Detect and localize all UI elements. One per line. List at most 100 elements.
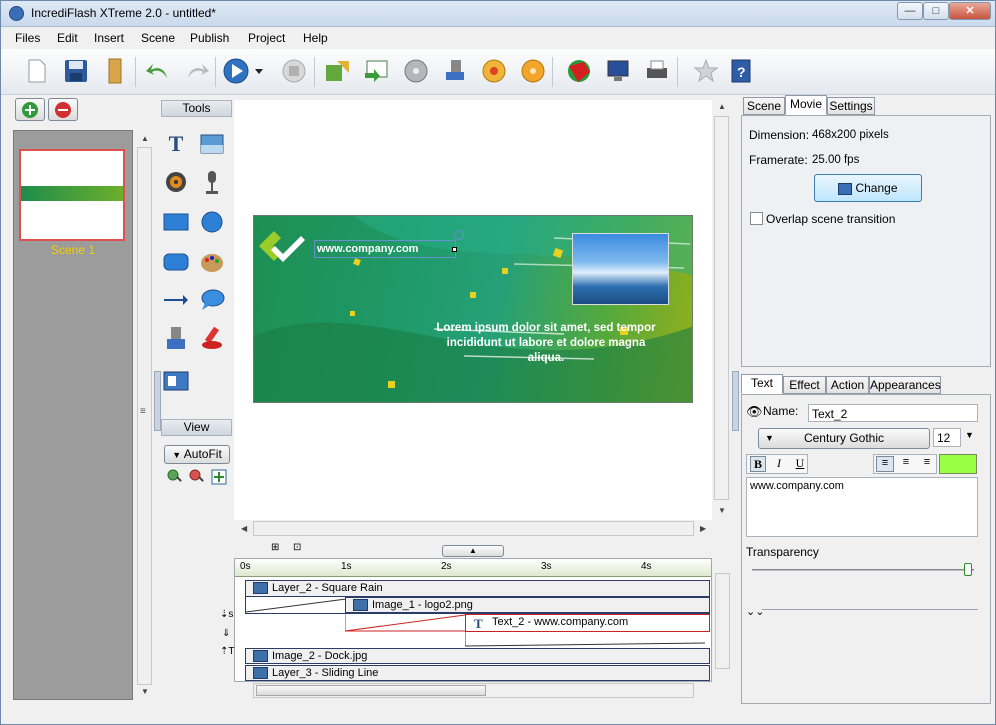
favorite-icon[interactable] [691,56,721,86]
help-icon[interactable]: ? [727,56,757,86]
paint-palette-tool-icon[interactable] [199,249,225,275]
banner-preview[interactable]: www.company.com Lorem ipsum dolor sit am… [253,215,693,403]
timeline-row-image2[interactable]: Image_2 - Dock.jpg [245,648,710,664]
disc-icon[interactable] [479,56,509,86]
scene-label[interactable]: Scene 1 [14,243,132,257]
menu-publish[interactable]: Publish [190,31,229,45]
line-tool-icon[interactable] [163,287,189,313]
add-scene-button[interactable] [15,98,45,121]
canvas-scroll-left-icon[interactable]: ◀ [241,524,247,533]
italic-button[interactable]: I [771,456,787,472]
underline-button[interactable]: U [792,456,808,472]
speech-bubble-tool-icon[interactable] [199,287,225,313]
expand-chevron-icon[interactable]: ⌄⌄ [746,605,764,618]
change-button[interactable]: Change [814,174,922,202]
canvas-scroll-right-icon[interactable]: ▶ [700,524,706,533]
name-field[interactable]: Text_2 [808,404,978,422]
menu-scene[interactable]: Scene [141,31,175,45]
keyframe-icon[interactable]: ⊡ [293,542,301,553]
move-down-icon[interactable]: ⇣s [220,609,233,620]
scene-thumbnail[interactable] [19,149,125,241]
rotate-handle-icon[interactable] [454,230,464,240]
zoom-out-icon[interactable] [188,468,206,486]
print-icon[interactable] [642,56,672,86]
canvas-scroll-down-icon[interactable]: ▼ [718,506,726,515]
text-color-swatch[interactable] [939,454,977,474]
wizard-icon[interactable] [440,56,470,86]
stop-icon[interactable] [279,56,309,86]
redo-icon[interactable] [182,56,212,86]
layer-tool-icon[interactable] [163,367,189,393]
bold-button[interactable]: B [750,456,766,472]
cd-icon[interactable] [401,56,431,86]
autofit-dropdown[interactable]: ▼ AutoFit [164,445,230,464]
ellipse-tool-icon[interactable] [199,209,225,235]
tools-collapse-handle[interactable] [154,371,161,431]
timeline-panel[interactable]: 0s 1s 2s 3s 4s Layer_2 - Square Rain Ima… [234,558,712,682]
tab-scene[interactable]: Scene [743,97,785,115]
image-tool-icon[interactable] [199,131,225,157]
zoom-in-icon[interactable] [166,468,184,486]
canvas-vertical-scrollbar[interactable] [714,116,729,500]
visibility-eye-icon[interactable]: 👁 [746,404,763,420]
font-dropdown[interactable]: ▼ Century Gothic [758,428,930,449]
microphone-tool-icon[interactable] [199,169,225,195]
resize-handle[interactable] [452,247,457,252]
canvas-horizontal-scrollbar[interactable] [253,521,694,536]
align-right-icon[interactable]: ≡ [918,456,936,472]
timeline-vertical-scrollbar[interactable] [715,573,730,669]
menu-help[interactable]: Help [303,31,328,45]
import-icon[interactable] [323,56,353,86]
minimize-button[interactable]: — [897,2,923,20]
canvas-scroll-up-icon[interactable]: ▲ [718,102,726,111]
menu-insert[interactable]: Insert [94,31,124,45]
menu-edit[interactable]: Edit [57,31,78,45]
font-size-field[interactable]: 12 [933,428,961,447]
timeline-ruler[interactable]: 0s 1s 2s 3s 4s [235,559,711,577]
play-icon[interactable] [221,56,265,86]
eraser-tool-icon[interactable] [199,325,225,351]
undo-icon[interactable] [143,56,173,86]
publish-dvd-icon[interactable] [518,56,548,86]
tab-appearances[interactable]: Appearances [869,376,941,394]
text-tool-icon[interactable]: T [163,131,189,157]
text-content-area[interactable]: www.company.com [746,477,978,537]
align-center-icon[interactable]: ≡ [897,456,915,472]
timeline-row-layer3[interactable]: Layer_3 - Sliding Line [245,665,710,681]
button-tool-icon[interactable] [163,325,189,351]
save-icon[interactable] [61,56,91,86]
maximize-button[interactable]: □ [923,2,949,20]
timeline-row-layer2[interactable]: Layer_2 - Square Rain [245,580,710,597]
overlap-checkbox[interactable] [750,212,763,225]
timeline-collapse-button[interactable]: ▲ [442,545,504,557]
menu-project[interactable]: Project [248,31,285,45]
transparency-slider-track[interactable] [752,569,974,571]
open-folder-icon[interactable] [100,56,130,86]
properties-collapse-handle[interactable] [732,371,739,431]
collapse-down-icon[interactable]: ⇓ [222,628,230,639]
banner-url-text[interactable]: www.company.com [314,240,456,258]
timeline-row-text2[interactable]: T Text_2 - www.company.com [465,614,710,632]
tab-effect[interactable]: Effect [783,376,826,394]
timeline-horizontal-scrollbar[interactable] [253,683,694,698]
remove-scene-button[interactable] [48,98,78,121]
tab-movie[interactable]: Movie [785,95,827,115]
scroll-up-arrow-icon[interactable]: ▲ [141,134,149,143]
timeline-scroll-thumb[interactable] [256,685,486,696]
timeline-row-image1[interactable]: Image_1 - logo2.png [345,597,710,613]
rounded-rectangle-tool-icon[interactable] [163,249,189,275]
tab-settings[interactable]: Settings [827,97,875,115]
dock-image[interactable] [572,233,669,305]
export-icon[interactable] [362,56,392,86]
close-button[interactable]: ✕ [949,2,991,20]
menu-files[interactable]: Files [15,31,40,45]
flash-globe-icon[interactable] [564,56,594,86]
tab-text[interactable]: Text [741,374,783,394]
sound-tool-icon[interactable] [163,169,189,195]
monitor-icon[interactable] [603,56,633,86]
align-left-icon[interactable]: ≡ [876,456,894,472]
move-top-icon[interactable]: ⇡T [220,646,235,657]
rectangle-tool-icon[interactable] [163,209,189,235]
font-size-dropdown-icon[interactable]: ▼ [965,430,974,440]
fit-to-window-icon[interactable] [210,468,228,486]
